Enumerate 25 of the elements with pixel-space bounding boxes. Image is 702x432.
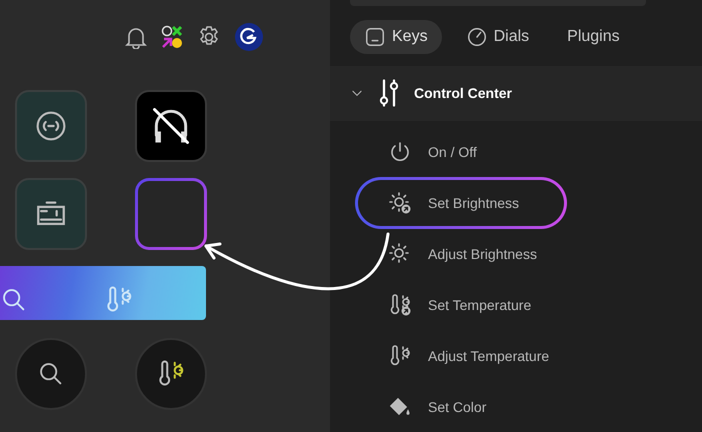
group-header[interactable]: Control Center	[330, 66, 702, 121]
tab[interactable]: Dials	[452, 20, 544, 54]
tab[interactable]: Plugins	[553, 20, 634, 54]
action-item[interactable]: Set Color	[355, 381, 567, 432]
key-tile[interactable]	[15, 178, 87, 250]
power-icon	[388, 140, 412, 164]
dial-strip[interactable]	[0, 266, 206, 320]
logo-icon[interactable]	[235, 23, 263, 51]
broadcast-icon	[35, 110, 67, 142]
thermometer-icon	[388, 344, 412, 368]
brightness-icon	[388, 191, 412, 215]
tab[interactable]: Keys	[350, 20, 442, 54]
action-item[interactable]: Adjust Temperature	[355, 330, 567, 382]
key-icon	[364, 26, 386, 48]
action-item[interactable]: On / Off	[355, 126, 567, 178]
bell-icon[interactable]	[125, 25, 147, 49]
key-tile[interactable]	[135, 178, 207, 250]
action-item[interactable]: Adjust Brightness	[355, 228, 567, 280]
key-tile[interactable]	[135, 90, 207, 162]
thermometer-icon	[388, 293, 412, 317]
group-title: Control Center	[414, 84, 512, 103]
action-item[interactable]: Set Temperature	[355, 279, 567, 331]
app-icon[interactable]	[161, 25, 183, 49]
key-tile[interactable]	[15, 90, 87, 162]
dial-icon	[466, 26, 488, 48]
